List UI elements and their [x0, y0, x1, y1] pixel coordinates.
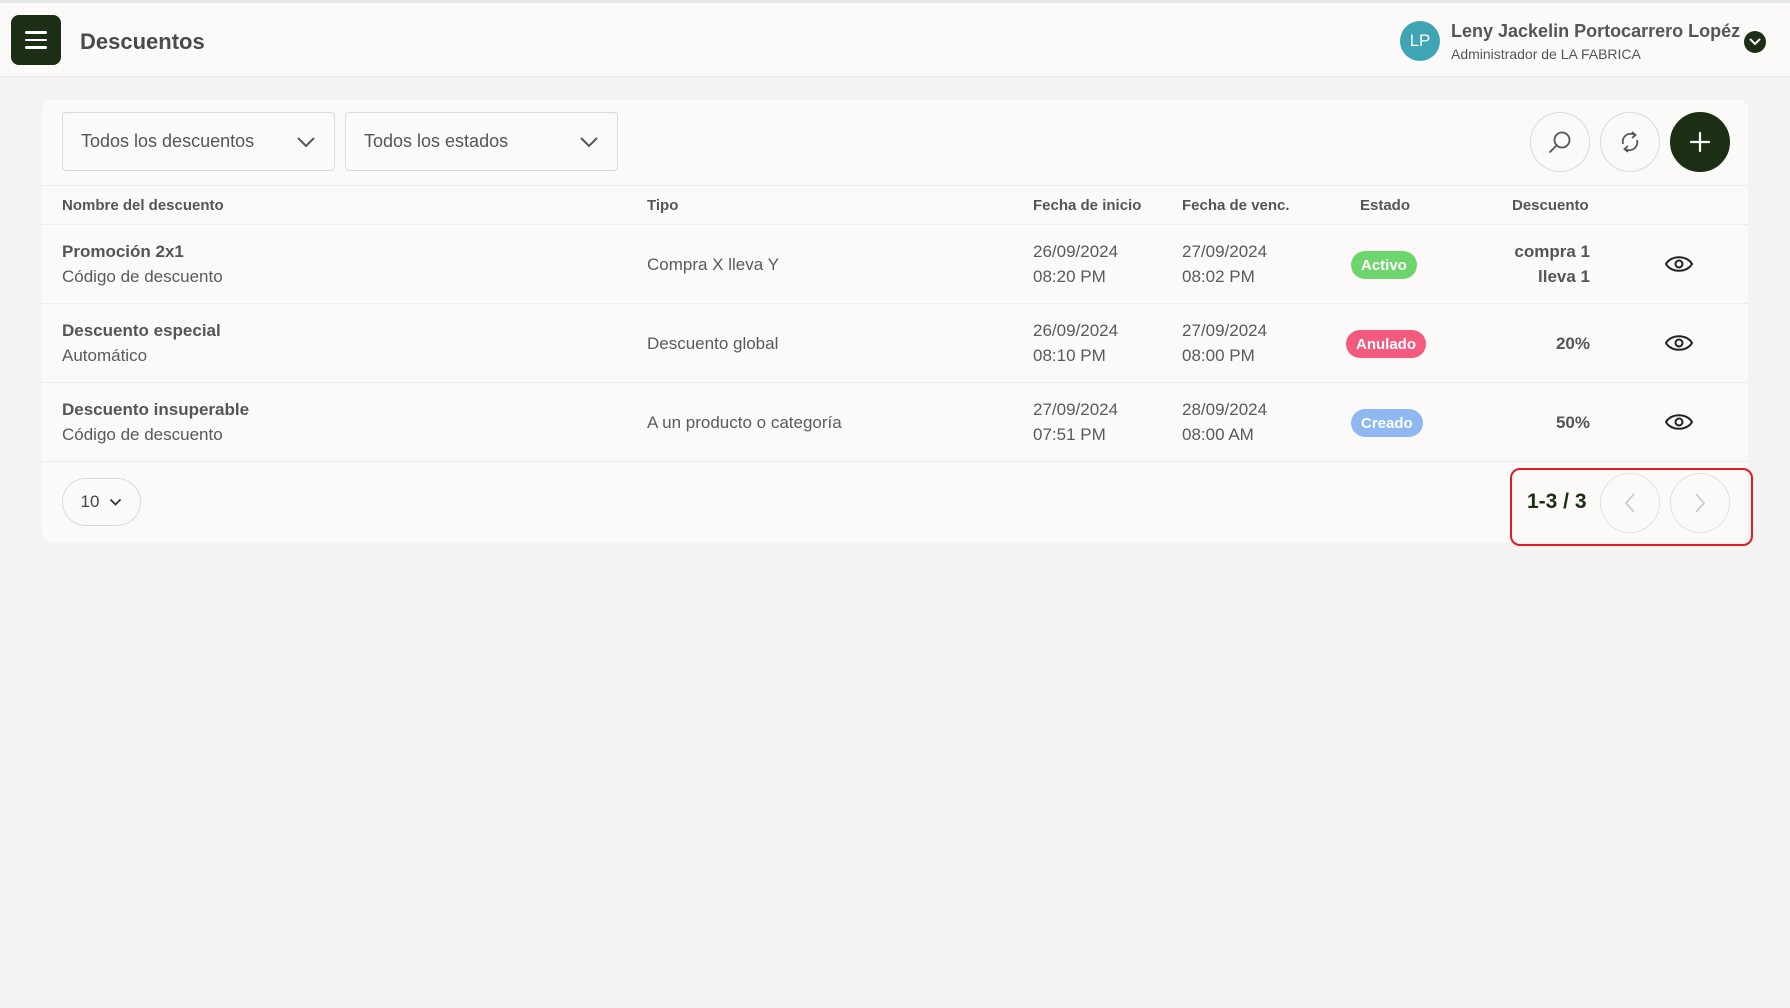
- refresh-button[interactable]: [1600, 112, 1660, 172]
- discount-value: compra 1: [1514, 242, 1590, 261]
- discount-name: Promoción 2x1: [62, 242, 184, 261]
- header-name[interactable]: Nombre del descuento: [62, 197, 224, 214]
- chevron-down-icon: [297, 136, 315, 147]
- discount-value: 50%: [1555, 413, 1590, 432]
- discounts-card: Todos los descuentos Todos los estados N…: [42, 100, 1748, 542]
- start-date: 26/09/2024: [1033, 321, 1119, 340]
- status-badge: Anulado: [1346, 330, 1426, 358]
- start-date: 27/09/2024: [1033, 400, 1119, 419]
- status-value: Todos los estados: [364, 131, 509, 151]
- status-badge: Creado: [1351, 409, 1423, 437]
- header-status[interactable]: Estado: [1360, 197, 1410, 214]
- discount-method: Automático: [62, 346, 148, 365]
- discount-method: Código de descuento: [62, 267, 223, 286]
- discount-type: A un producto o categoría: [647, 413, 842, 432]
- header-end-date[interactable]: Fecha de venc.: [1182, 197, 1290, 214]
- header-discount[interactable]: Descuento: [1512, 197, 1589, 214]
- table-row[interactable]: Promoción 2x1 Código de descuento Compra…: [42, 225, 1748, 304]
- end-time: 08:00 AM: [1182, 425, 1254, 444]
- rows-per-page-value: 10: [80, 492, 100, 511]
- rows-per-page-select[interactable]: 10: [62, 478, 141, 526]
- eye-icon: [1664, 335, 1694, 351]
- menu-button[interactable]: [11, 15, 61, 65]
- status-select[interactable]: Todos los estados: [345, 112, 618, 171]
- discount-type: Compra X lleva Y: [647, 255, 779, 274]
- discount-value: 20%: [1555, 334, 1590, 353]
- add-discount-button[interactable]: [1670, 112, 1730, 172]
- search-icon: [1549, 131, 1571, 153]
- table-row[interactable]: Descuento insuperable Código de descuent…: [42, 383, 1748, 462]
- header-start-date[interactable]: Fecha de inicio: [1033, 197, 1141, 214]
- view-button[interactable]: [1664, 251, 1694, 277]
- discount-type-select[interactable]: Todos los descuentos: [62, 112, 335, 171]
- user-name: Leny Jackelin Portocarrero Lopéz: [1451, 21, 1741, 41]
- start-time: 08:20 PM: [1033, 267, 1106, 286]
- discount-type-value: Todos los descuentos: [81, 131, 255, 151]
- pagination-range: 1-3 / 3: [1527, 490, 1587, 513]
- previous-page-button[interactable]: [1600, 473, 1660, 533]
- hamburger-icon: [25, 31, 47, 34]
- eye-icon: [1664, 414, 1694, 430]
- avatar[interactable]: LP: [1400, 21, 1440, 61]
- table-row[interactable]: Descuento especial Automático Descuento …: [42, 304, 1748, 383]
- discount-name: Descuento especial: [62, 321, 221, 340]
- start-date: 26/09/2024: [1033, 242, 1119, 261]
- next-page-button[interactable]: [1670, 473, 1730, 533]
- plus-icon: [1689, 131, 1711, 153]
- chevron-down-icon: [110, 498, 122, 506]
- chevron-down-icon: [580, 136, 598, 147]
- app-header: Descuentos LP Leny Jackelin Portocarrero…: [0, 3, 1790, 77]
- start-time: 08:10 PM: [1033, 346, 1106, 365]
- discount-type: Descuento global: [647, 334, 779, 353]
- refresh-icon: [1621, 131, 1639, 153]
- user-role: Administrador de LA FABRICA: [1451, 46, 1641, 62]
- user-menu-toggle[interactable]: [1744, 31, 1766, 53]
- end-date: 28/09/2024: [1182, 400, 1268, 419]
- discount-method: Código de descuento: [62, 425, 223, 444]
- header-type[interactable]: Tipo: [647, 197, 678, 214]
- end-date: 27/09/2024: [1182, 321, 1268, 340]
- discount-value-line2: lleva 1: [1538, 267, 1590, 286]
- table-header: Nombre del descuento Tipo Fecha de inici…: [42, 185, 1748, 225]
- discount-name: Descuento insuperable: [62, 400, 250, 419]
- end-time: 08:02 PM: [1182, 267, 1255, 286]
- status-badge: Activo: [1351, 251, 1417, 279]
- search-button[interactable]: [1530, 112, 1590, 172]
- end-time: 08:00 PM: [1182, 346, 1255, 365]
- view-button[interactable]: [1664, 330, 1694, 356]
- chevron-down-icon: [1749, 38, 1761, 46]
- view-button[interactable]: [1664, 409, 1694, 435]
- chevron-right-icon: [1695, 493, 1706, 513]
- chevron-left-icon: [1624, 493, 1635, 513]
- eye-icon: [1664, 256, 1694, 272]
- start-time: 07:51 PM: [1033, 425, 1106, 444]
- end-date: 27/09/2024: [1182, 242, 1268, 261]
- page-title: Descuentos: [80, 29, 205, 54]
